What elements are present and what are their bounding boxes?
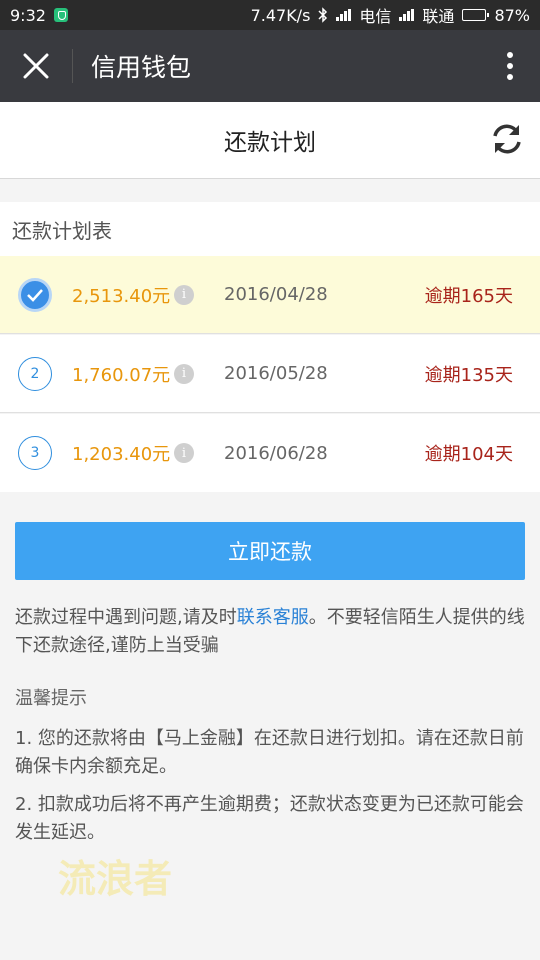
close-button[interactable] (0, 30, 72, 102)
plan-row-1[interactable]: 2,513.40元 i 2016/04/28 逾期165天 (0, 256, 540, 334)
notice-text: 还款过程中遇到问题,请及时联系客服。不要轻信陌生人提供的线下还款途径,谨防上当受… (15, 604, 527, 660)
close-icon (23, 53, 49, 79)
plan-row-2[interactable]: 2 1,760.07元 i 2016/05/28 逾期135天 (0, 335, 540, 413)
row-amount: 2,513.40元 (72, 285, 171, 307)
carrier-2: 联通 (422, 7, 455, 26)
shield-icon (53, 8, 68, 22)
contact-service-link[interactable]: 联系客服 (237, 607, 309, 628)
refresh-icon[interactable] (490, 122, 524, 156)
header-divider (72, 49, 73, 83)
row-date: 2016/04/28 (224, 284, 328, 305)
notice-prefix: 还款过程中遇到问题,请及时 (15, 607, 237, 628)
signal-icon-2 (399, 9, 415, 21)
watermark: 流浪者 (58, 857, 173, 901)
row-status: 逾期104天 (424, 444, 513, 465)
row-status: 逾期135天 (424, 364, 513, 386)
page-header: 还款计划 (0, 102, 540, 179)
tips-title: 温馨提示 (15, 688, 87, 709)
pay-now-button[interactable]: 立即还款 (15, 522, 525, 580)
status-bar: 9:32 7.47K/s 电信 联通 87% (0, 0, 540, 30)
info-icon[interactable]: i (174, 363, 194, 384)
row-index[interactable]: 2 (18, 356, 52, 391)
info-icon[interactable]: i (174, 443, 194, 463)
page-title: 还款计划 (224, 130, 316, 156)
plan-table-title: 还款计划表 (0, 202, 540, 256)
row-date: 2016/05/28 (224, 363, 328, 384)
info-icon[interactable]: i (174, 284, 194, 305)
battery-percent: 87% (494, 5, 530, 25)
carrier-1: 电信 (359, 7, 392, 26)
network-speed: 7.47K/s (250, 5, 311, 25)
row-status: 逾期165天 (424, 285, 513, 307)
checkmark-icon[interactable] (18, 277, 52, 312)
row-date: 2016/06/28 (224, 442, 328, 464)
battery-icon (462, 9, 490, 21)
app-title: 信用钱包 (91, 53, 192, 82)
row-index[interactable]: 3 (18, 436, 52, 470)
more-menu-button[interactable] (480, 30, 540, 102)
tip-item-1: 1. 您的还款将由【马上金融】在还款日进行划扣。请在还款日前确保卡内余额充足。 (15, 728, 524, 777)
app-header: 信用钱包 (0, 30, 540, 102)
bluetooth-icon (318, 7, 328, 23)
signal-icon (336, 9, 352, 21)
tip-item-2: 2. 扣款成功后将不再产生逾期费；还款状态变更为已还款可能会发生延迟。 (15, 794, 524, 843)
row-amount: 1,760.07元 (72, 364, 171, 386)
status-time: 9:32 (10, 5, 46, 25)
row-amount: 1,203.40元 (72, 444, 171, 465)
more-vertical-icon (507, 52, 513, 80)
plan-row-3[interactable]: 3 1,203.40元 i 2016/06/28 逾期104天 (0, 414, 540, 492)
